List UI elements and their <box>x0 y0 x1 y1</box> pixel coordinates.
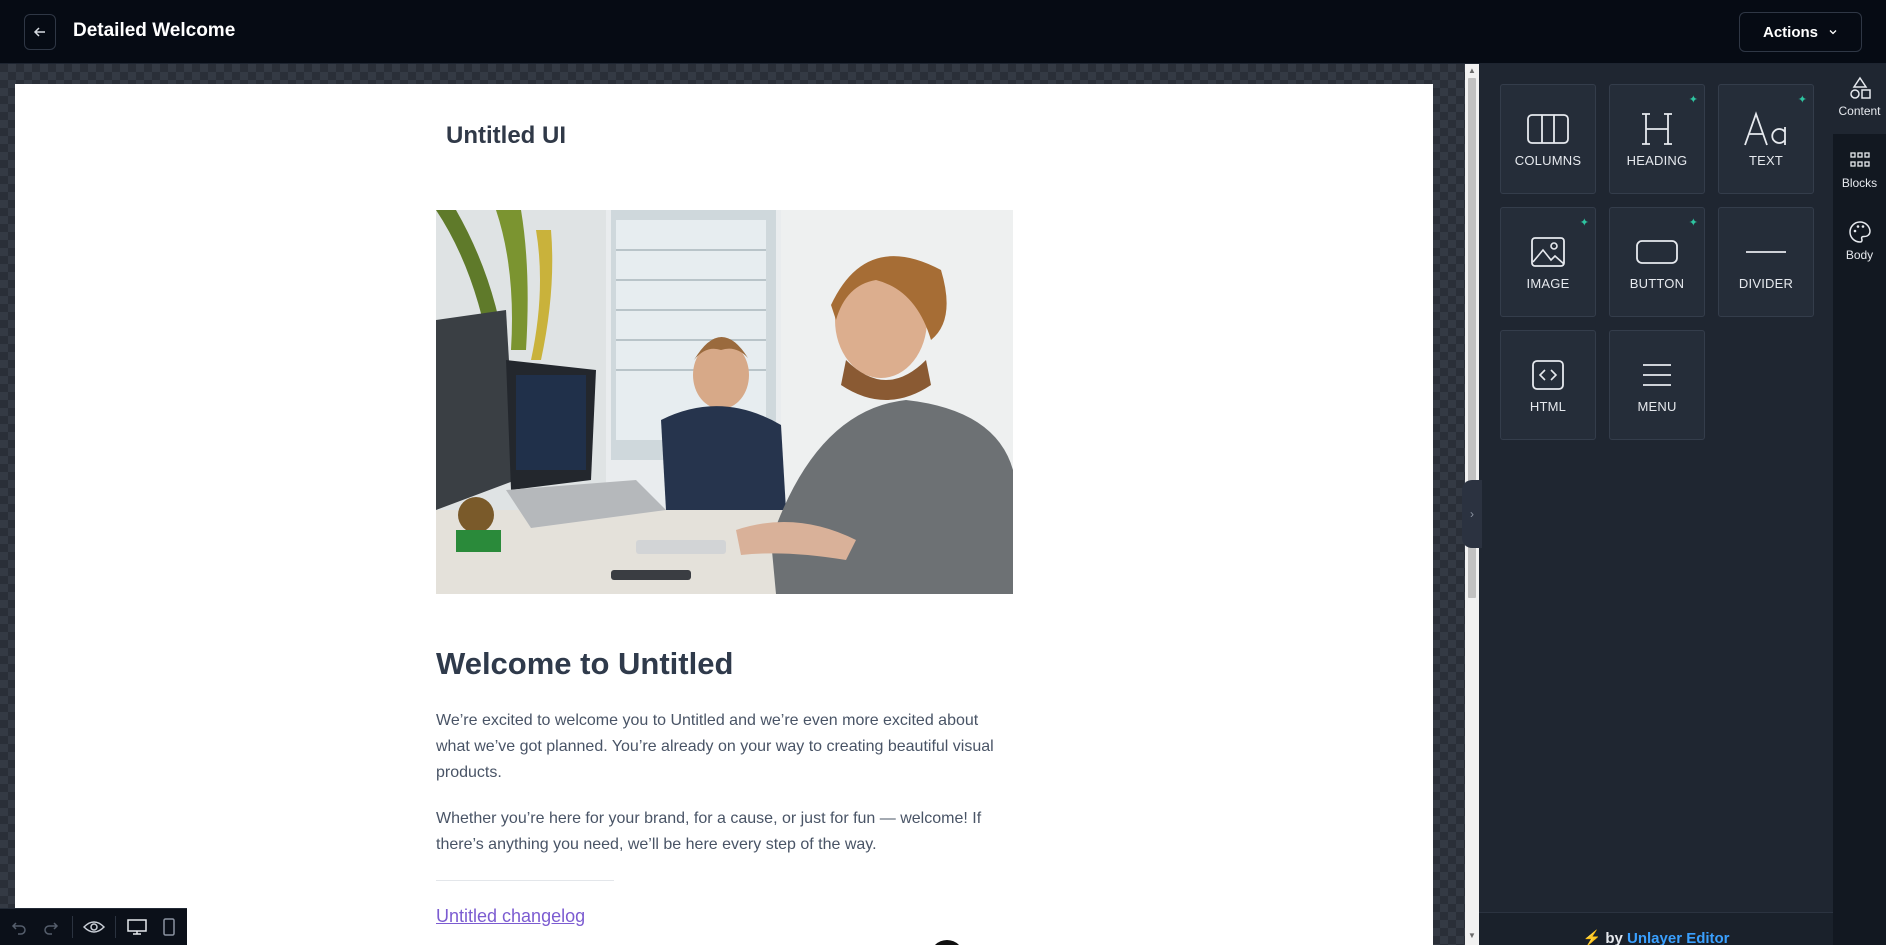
tile-label: TEXT <box>1748 153 1784 168</box>
panel-collapse-handle[interactable]: › <box>1462 480 1482 548</box>
tile-html[interactable]: HTML <box>1500 330 1596 440</box>
tile-label: HEADING <box>1626 153 1688 168</box>
rail-tab-body[interactable]: Body <box>1833 208 1886 278</box>
tile-menu[interactable]: MENU <box>1609 330 1705 440</box>
page-title: Detailed Welcome <box>73 20 236 41</box>
undo-icon[interactable] <box>8 916 30 938</box>
mobile-view-icon[interactable] <box>158 916 180 938</box>
top-bar: Detailed Welcome Actions <box>0 0 1886 64</box>
footer-by: by <box>1605 930 1623 945</box>
scroll-down-arrow-icon[interactable]: ▼ <box>1467 931 1477 941</box>
tile-label: MENU <box>1637 399 1677 414</box>
actions-button[interactable]: Actions <box>1739 12 1862 52</box>
tile-columns[interactable]: COLUMNS <box>1500 84 1596 194</box>
divider-line <box>436 880 614 881</box>
tile-divider[interactable]: DIVIDER <box>1718 207 1814 317</box>
actions-label: Actions <box>1762 23 1818 41</box>
ai-sparkle-icon: ✦ <box>1579 217 1589 229</box>
ai-sparkle-icon: ✦ <box>1688 94 1698 106</box>
columns-icon <box>1526 107 1570 151</box>
rail-label: Blocks <box>1841 176 1878 190</box>
bottom-toolbar <box>0 908 187 945</box>
image-icon <box>1530 230 1566 274</box>
tile-label: DIVIDER <box>1738 276 1794 291</box>
ai-sparkle-icon: ✦ <box>1797 94 1807 106</box>
changelog-link[interactable]: Untitled changelog <box>436 906 585 927</box>
tile-label: HTML <box>1529 399 1567 414</box>
toolbar-separator <box>72 916 73 938</box>
redo-icon[interactable] <box>40 916 62 938</box>
unlayer-link[interactable]: Unlayer Editor <box>1627 930 1730 945</box>
arrow-left-icon <box>33 27 45 37</box>
rail-tab-blocks[interactable]: Blocks <box>1833 136 1886 206</box>
email-body[interactable]: Untitled UI Welcome to Untitled We’re ex… <box>15 84 1433 945</box>
tile-image[interactable]: ✦ IMAGE <box>1500 207 1596 317</box>
preview-eye-icon[interactable] <box>83 916 105 938</box>
ai-sparkle-icon: ✦ <box>1688 217 1698 229</box>
welcome-heading[interactable]: Welcome to Untitled <box>436 646 733 682</box>
panel-rail: Content Blocks Body <box>1833 64 1886 945</box>
panel-footer: ⚡ by Unlayer Editor <box>1479 912 1833 945</box>
scroll-up-arrow-icon[interactable]: ▲ <box>1467 66 1477 76</box>
back-button[interactable] <box>24 14 56 50</box>
tools-panel: COLUMNS ✦ HEADING ✦ TEXT ✦ IMAGE ✦ BUTTO… <box>1479 64 1833 945</box>
divider-icon <box>1744 230 1788 274</box>
tile-button[interactable]: ✦ BUTTON <box>1609 207 1705 317</box>
text-icon <box>1743 107 1789 151</box>
shapes-icon <box>1849 76 1871 99</box>
tile-label: BUTTON <box>1629 276 1685 291</box>
email-brand[interactable]: Untitled UI <box>446 122 566 150</box>
chevron-down-icon <box>1829 30 1837 35</box>
grid-dots-icon <box>1849 152 1870 167</box>
chevron-right-icon: › <box>1470 507 1474 521</box>
hero-image[interactable] <box>436 210 1013 594</box>
toolbar-separator <box>115 916 116 938</box>
rail-label: Content <box>1838 104 1881 118</box>
tile-heading[interactable]: ✦ HEADING <box>1609 84 1705 194</box>
tile-text[interactable]: ✦ TEXT <box>1718 84 1814 194</box>
menu-icon <box>1640 353 1674 397</box>
lightning-icon: ⚡ <box>1582 930 1602 945</box>
heading-icon <box>1640 107 1674 151</box>
welcome-paragraph-2[interactable]: Whether you’re here for your brand, for … <box>436 806 1006 858</box>
floating-action-button[interactable] <box>930 940 964 945</box>
palette-icon <box>1848 221 1871 243</box>
office-photo <box>436 210 1013 594</box>
editor-canvas: Untitled UI Welcome to Untitled We’re ex… <box>0 64 1465 945</box>
desktop-view-icon[interactable] <box>126 916 148 938</box>
content-tiles: COLUMNS ✦ HEADING ✦ TEXT ✦ IMAGE ✦ BUTTO… <box>1500 84 1814 440</box>
tile-label: COLUMNS <box>1514 153 1582 168</box>
html-icon <box>1531 353 1565 397</box>
tile-label: IMAGE <box>1526 276 1570 291</box>
welcome-paragraph-1[interactable]: We’re excited to welcome you to Untitled… <box>436 708 1006 786</box>
button-icon <box>1635 230 1679 274</box>
rail-label: Body <box>1845 248 1874 262</box>
rail-tab-content[interactable]: Content <box>1833 64 1886 134</box>
